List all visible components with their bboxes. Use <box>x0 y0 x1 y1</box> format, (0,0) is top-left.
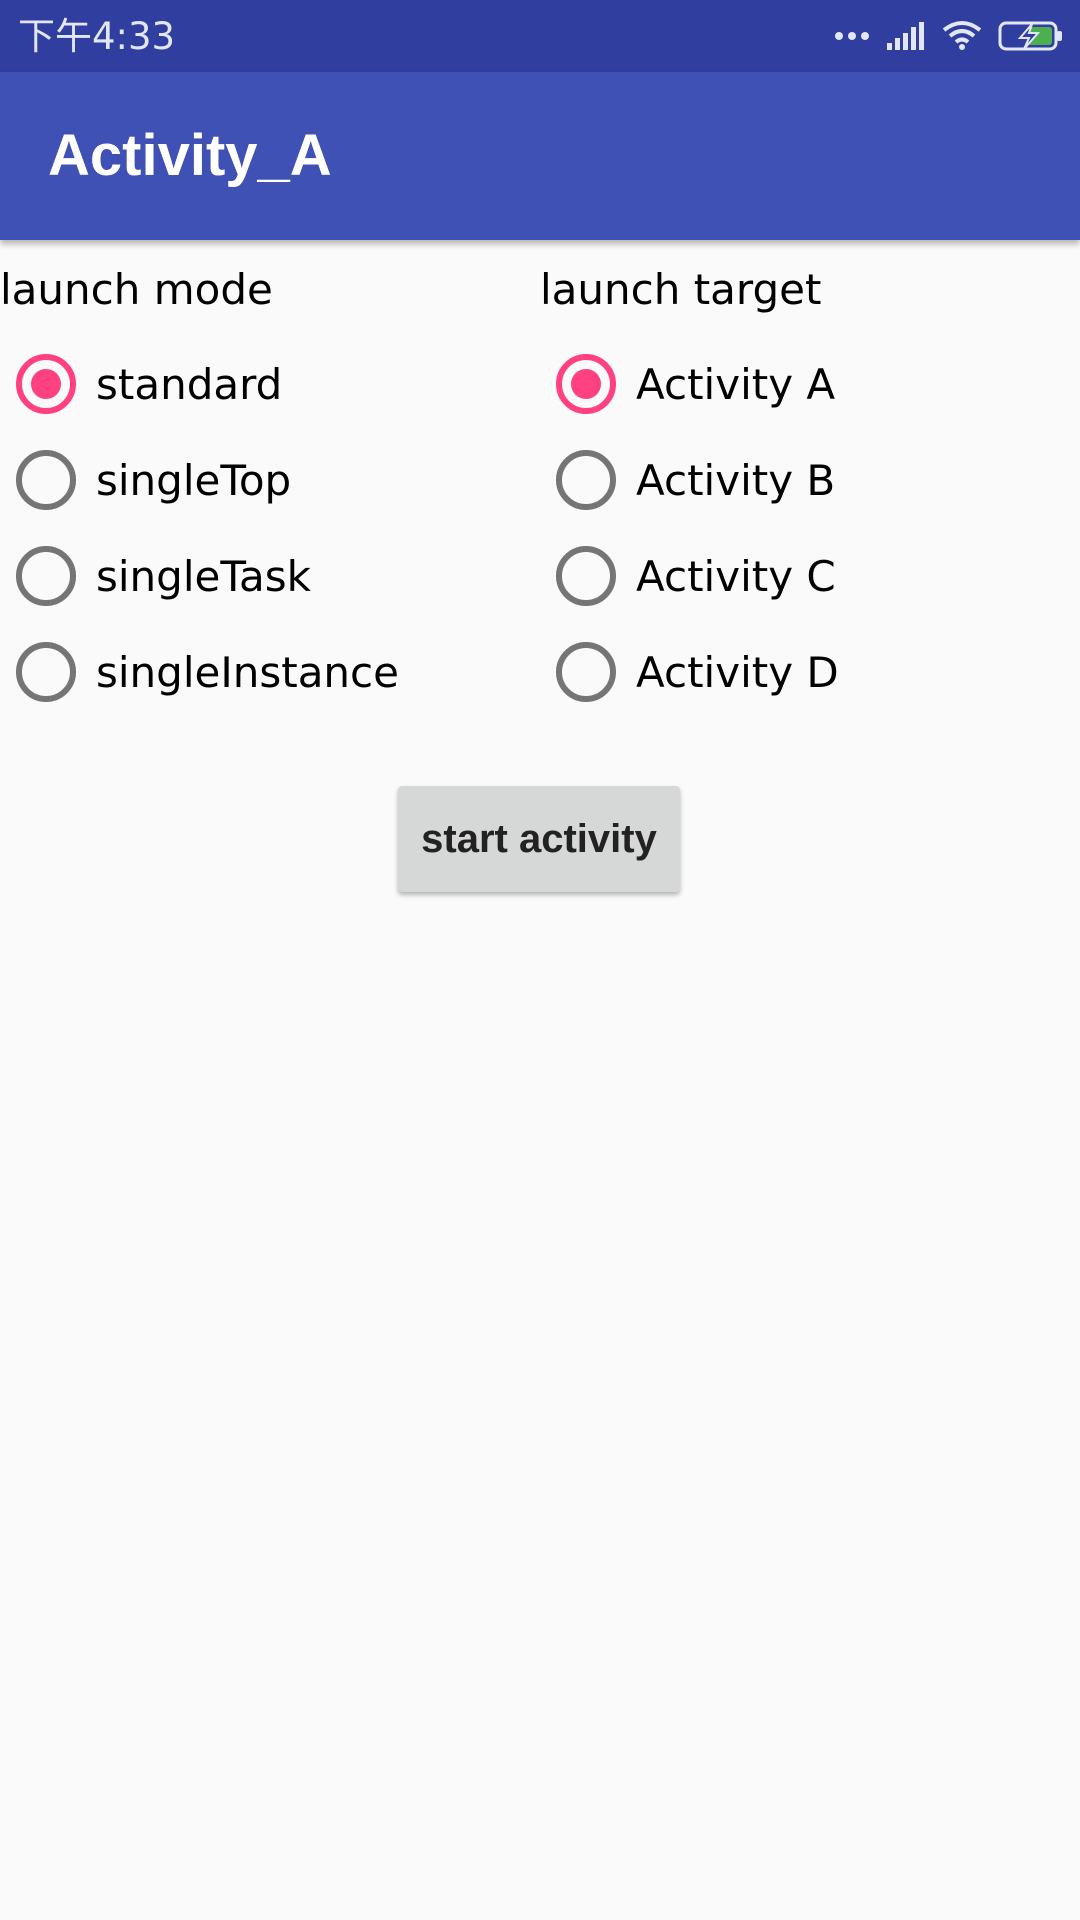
radio-singletop[interactable]: singleTop <box>16 432 536 528</box>
wifi-icon <box>942 20 982 52</box>
status-bar: 下午4:33 <box>0 0 1080 72</box>
radio-button-icon[interactable] <box>556 546 616 606</box>
status-icons <box>834 0 1064 72</box>
radio-activity-c[interactable]: Activity C <box>556 528 1076 624</box>
battery-charging-icon <box>998 20 1064 52</box>
radio-singletask[interactable]: singleTask <box>16 528 536 624</box>
page-title: Activity_A <box>48 123 332 188</box>
radio-activity-b[interactable]: Activity B <box>556 432 1076 528</box>
radio-button-icon[interactable] <box>556 450 616 510</box>
radio-button-icon[interactable] <box>16 354 76 414</box>
radio-button-icon[interactable] <box>556 354 616 414</box>
radio-label: standard <box>96 359 283 409</box>
radio-label: Activity D <box>636 647 839 697</box>
start-activity-button[interactable]: start activity <box>398 786 680 892</box>
launch-mode-radio-group: standard singleTop singleTask singleInst… <box>16 336 536 720</box>
radio-label: Activity C <box>636 551 836 601</box>
radio-label: Activity A <box>636 359 836 409</box>
radio-activity-d[interactable]: Activity D <box>556 624 1076 720</box>
radio-button-icon[interactable] <box>556 642 616 702</box>
radio-button-icon[interactable] <box>16 642 76 702</box>
radio-button-icon[interactable] <box>16 450 76 510</box>
radio-activity-a[interactable]: Activity A <box>556 336 1076 432</box>
radio-label: singleTop <box>96 455 292 505</box>
radio-standard[interactable]: standard <box>16 336 536 432</box>
radio-label: Activity B <box>636 455 836 505</box>
more-dots-icon <box>834 30 870 42</box>
launch-mode-heading: launch mode <box>0 265 273 314</box>
radio-label: singleInstance <box>96 647 399 697</box>
signal-icon <box>886 21 926 51</box>
launch-target-heading: launch target <box>540 265 822 314</box>
launch-target-radio-group: Activity A Activity B Activity C Activit… <box>556 336 1076 720</box>
radio-singleinstance[interactable]: singleInstance <box>16 624 536 720</box>
status-time: 下午4:33 <box>18 15 176 58</box>
radio-button-icon[interactable] <box>16 546 76 606</box>
radio-label: singleTask <box>96 551 311 601</box>
app-bar: Activity_A <box>0 72 1080 240</box>
